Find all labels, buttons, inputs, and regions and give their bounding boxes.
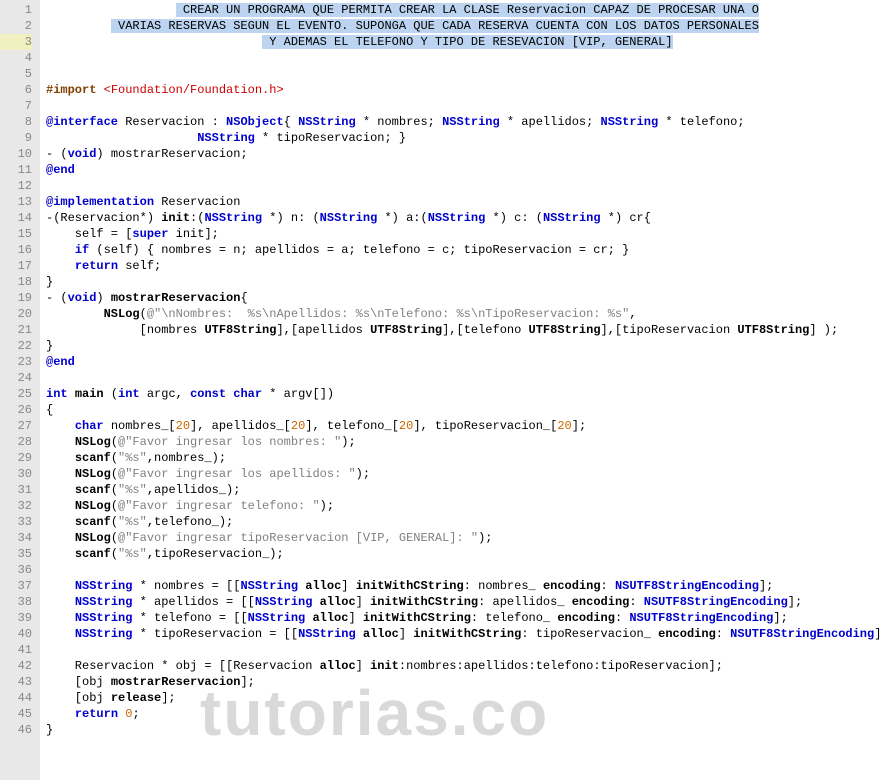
code-line[interactable]: scanf("%s",tipoReservacion_); [46, 546, 880, 562]
line-number: 22 [0, 338, 32, 354]
line-number: 6 [0, 82, 32, 98]
code-line[interactable]: CREAR UN PROGRAMA QUE PERMITA CREAR LA C… [46, 2, 880, 18]
line-number: 36 [0, 562, 32, 578]
code-line[interactable]: { [46, 402, 880, 418]
code-line[interactable]: @end [46, 162, 880, 178]
code-line[interactable]: NSLog(@"Favor ingresar los apellidos: ")… [46, 466, 880, 482]
code-line[interactable] [46, 370, 880, 386]
line-number: 7 [0, 98, 32, 114]
code-line[interactable]: NSLog(@"\nNombres: %s\nApellidos: %s\nTe… [46, 306, 880, 322]
line-number: 35 [0, 546, 32, 562]
code-line[interactable]: if (self) { nombres = n; apellidos = a; … [46, 242, 880, 258]
line-number: 34 [0, 530, 32, 546]
line-number: 21 [0, 322, 32, 338]
code-line[interactable]: NSLog(@"Favor ingresar telefono: "); [46, 498, 880, 514]
code-line[interactable]: scanf("%s",nombres_); [46, 450, 880, 466]
code-line[interactable]: } [46, 274, 880, 290]
code-line[interactable]: [obj mostrarReservacion]; [46, 674, 880, 690]
code-line[interactable] [46, 562, 880, 578]
code-line[interactable] [46, 178, 880, 194]
line-number: 20 [0, 306, 32, 322]
code-line[interactable] [46, 98, 880, 114]
code-line[interactable]: -(Reservacion*) init:(NSString *) n: (NS… [46, 210, 880, 226]
code-line[interactable]: VARIAS RESERVAS SEGUN EL EVENTO. SUPONGA… [46, 18, 880, 34]
code-line[interactable]: NSString * tipoReservacion; } [46, 130, 880, 146]
line-number: 37 [0, 578, 32, 594]
code-line[interactable]: NSLog(@"Favor ingresar tipoReservacion [… [46, 530, 880, 546]
line-number: 45 [0, 706, 32, 722]
line-number: 17 [0, 258, 32, 274]
code-line[interactable]: NSString * nombres = [[NSString alloc] i… [46, 578, 880, 594]
code-line[interactable]: self = [super init]; [46, 226, 880, 242]
code-line[interactable]: Reservacion * obj = [[Reservacion alloc]… [46, 658, 880, 674]
line-number: 4 [0, 50, 32, 66]
line-number: 29 [0, 450, 32, 466]
line-number: 9 [0, 130, 32, 146]
code-line[interactable]: int main (int argc, const char * argv[]) [46, 386, 880, 402]
code-line[interactable]: @implementation Reservacion [46, 194, 880, 210]
code-line[interactable]: #import <Foundation/Foundation.h> [46, 82, 880, 98]
code-area[interactable]: CREAR UN PROGRAMA QUE PERMITA CREAR LA C… [40, 0, 880, 780]
line-number: 15 [0, 226, 32, 242]
line-number: 12 [0, 178, 32, 194]
line-number: 5 [0, 66, 32, 82]
line-number: 31 [0, 482, 32, 498]
line-number: 2 [0, 18, 32, 34]
code-line[interactable]: @interface Reservacion : NSObject{ NSStr… [46, 114, 880, 130]
code-line[interactable]: - (void) mostrarReservacion{ [46, 290, 880, 306]
line-number: 8 [0, 114, 32, 130]
line-number: 39 [0, 610, 32, 626]
line-number: 1 [0, 2, 32, 18]
line-number: 32 [0, 498, 32, 514]
line-number: 3 [0, 34, 32, 50]
code-line[interactable]: char nombres_[20], apellidos_[20], telef… [46, 418, 880, 434]
code-line[interactable]: Y ADEMAS EL TELEFONO Y TIPO DE RESEVACIO… [46, 34, 880, 50]
line-number: 10 [0, 146, 32, 162]
line-number: 40 [0, 626, 32, 642]
line-number: 46 [0, 722, 32, 738]
line-number: 44 [0, 690, 32, 706]
line-number: 26 [0, 402, 32, 418]
code-line[interactable]: @end [46, 354, 880, 370]
code-line[interactable]: [nombres UTF8String],[apellidos UTF8Stri… [46, 322, 880, 338]
line-number: 38 [0, 594, 32, 610]
line-number: 42 [0, 658, 32, 674]
line-number: 41 [0, 642, 32, 658]
code-line[interactable]: return self; [46, 258, 880, 274]
code-line[interactable]: scanf("%s",telefono_); [46, 514, 880, 530]
line-number: 25 [0, 386, 32, 402]
code-line[interactable] [46, 66, 880, 82]
code-line[interactable]: scanf("%s",apellidos_); [46, 482, 880, 498]
code-line[interactable]: } [46, 722, 880, 738]
code-line[interactable]: NSString * apellidos = [[NSString alloc]… [46, 594, 880, 610]
code-line[interactable] [46, 50, 880, 66]
line-number: 14 [0, 210, 32, 226]
line-number: 30 [0, 466, 32, 482]
code-line[interactable]: [obj release]; [46, 690, 880, 706]
line-number: 28 [0, 434, 32, 450]
code-line[interactable]: NSString * telefono = [[NSString alloc] … [46, 610, 880, 626]
line-number: 18 [0, 274, 32, 290]
code-line[interactable]: NSString * tipoReservacion = [[NSString … [46, 626, 880, 642]
line-number: 27 [0, 418, 32, 434]
code-editor[interactable]: 1234567891011121314151617181920212223242… [0, 0, 880, 780]
line-number: 23 [0, 354, 32, 370]
line-number: 13 [0, 194, 32, 210]
code-line[interactable] [46, 642, 880, 658]
code-line[interactable]: return 0; [46, 706, 880, 722]
code-line[interactable]: - (void) mostrarReservacion; [46, 146, 880, 162]
line-number: 16 [0, 242, 32, 258]
line-number-gutter: 1234567891011121314151617181920212223242… [0, 0, 40, 780]
line-number: 43 [0, 674, 32, 690]
code-line[interactable]: } [46, 338, 880, 354]
line-number: 19 [0, 290, 32, 306]
line-number: 33 [0, 514, 32, 530]
line-number: 11 [0, 162, 32, 178]
line-number: 24 [0, 370, 32, 386]
code-line[interactable]: NSLog(@"Favor ingresar los nombres: "); [46, 434, 880, 450]
